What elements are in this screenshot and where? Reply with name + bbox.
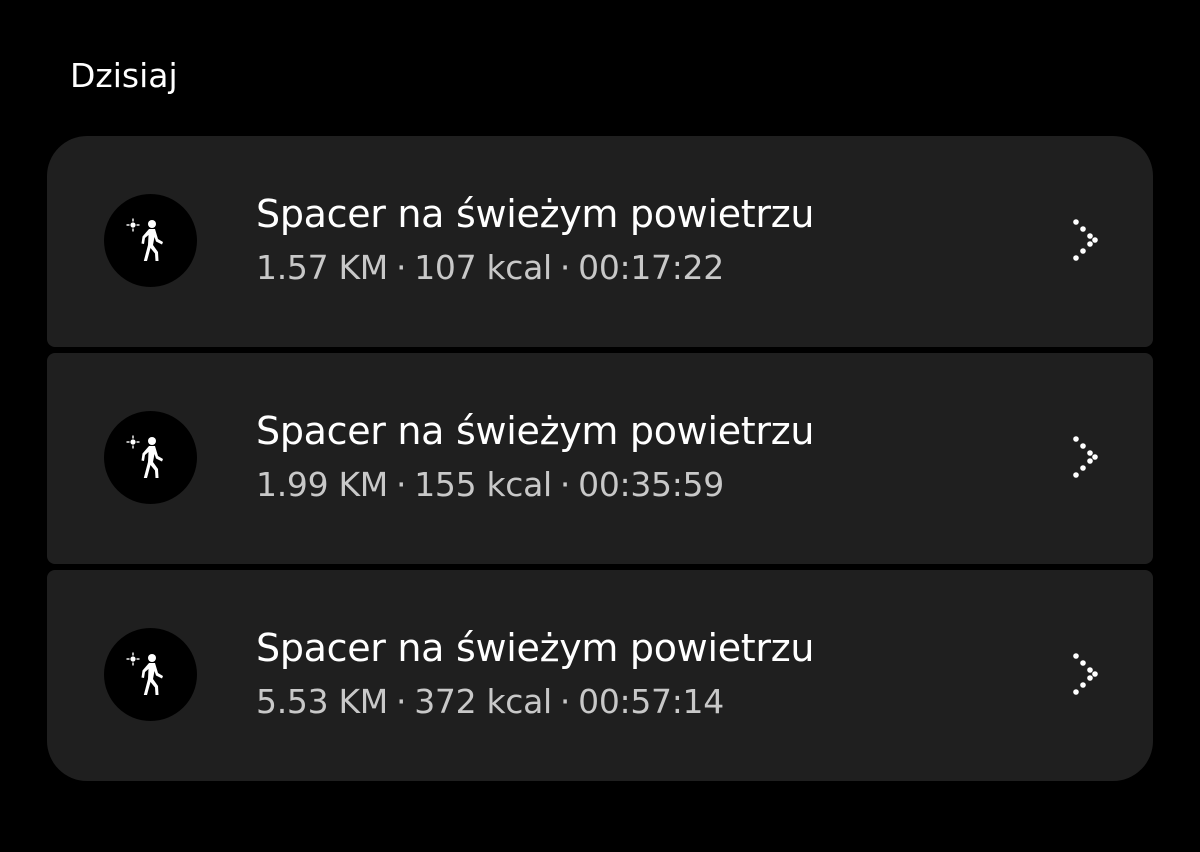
chevron-right-icon [1071, 218, 1101, 262]
separator: · [395, 465, 407, 504]
outdoor-walk-icon [104, 411, 197, 504]
activity-card[interactable]: Spacer na świeżym powietrzu 1.57 KM · 107 … [47, 136, 1153, 347]
activity-stats: 1.99 KM · 155 kcal · 00:35:59 [256, 465, 1036, 505]
activity-stats: 1.57 KM · 107 kcal · 00:17:22 [256, 248, 1036, 288]
separator: · [559, 682, 571, 721]
activity-stats: 5.53 KM · 372 kcal · 00:57:14 [256, 682, 1036, 722]
activity-distance: 1.99 KM [256, 465, 388, 504]
outdoor-walk-icon [104, 628, 197, 721]
activity-duration: 00:57:14 [578, 682, 724, 721]
separator: · [395, 682, 407, 721]
activity-title: Spacer na świeżym powietrzu [256, 192, 815, 236]
activity-card[interactable]: Spacer na świeżym powietrzu 1.99 KM · 155 … [47, 353, 1153, 564]
chevron-right-icon [1071, 652, 1101, 696]
section-title: Dzisiaj [70, 56, 178, 95]
activity-title: Spacer na świeżym powietrzu [256, 626, 815, 670]
activity-duration: 00:17:22 [578, 248, 724, 287]
activity-duration: 00:35:59 [578, 465, 724, 504]
activity-distance: 1.57 KM [256, 248, 388, 287]
outdoor-walk-icon [104, 194, 197, 287]
separator: · [395, 248, 407, 287]
activity-title: Spacer na świeżym powietrzu [256, 409, 815, 453]
separator: · [559, 248, 571, 287]
chevron-right-icon [1071, 435, 1101, 479]
activity-distance: 5.53 KM [256, 682, 388, 721]
activity-calories: 155 kcal [414, 465, 552, 504]
activity-card[interactable]: Spacer na świeżym powietrzu 5.53 KM · 372 … [47, 570, 1153, 781]
activity-calories: 372 kcal [414, 682, 552, 721]
activity-list: Spacer na świeżym powietrzu 1.57 KM · 107 … [47, 136, 1153, 781]
activity-calories: 107 kcal [414, 248, 552, 287]
separator: · [559, 465, 571, 504]
